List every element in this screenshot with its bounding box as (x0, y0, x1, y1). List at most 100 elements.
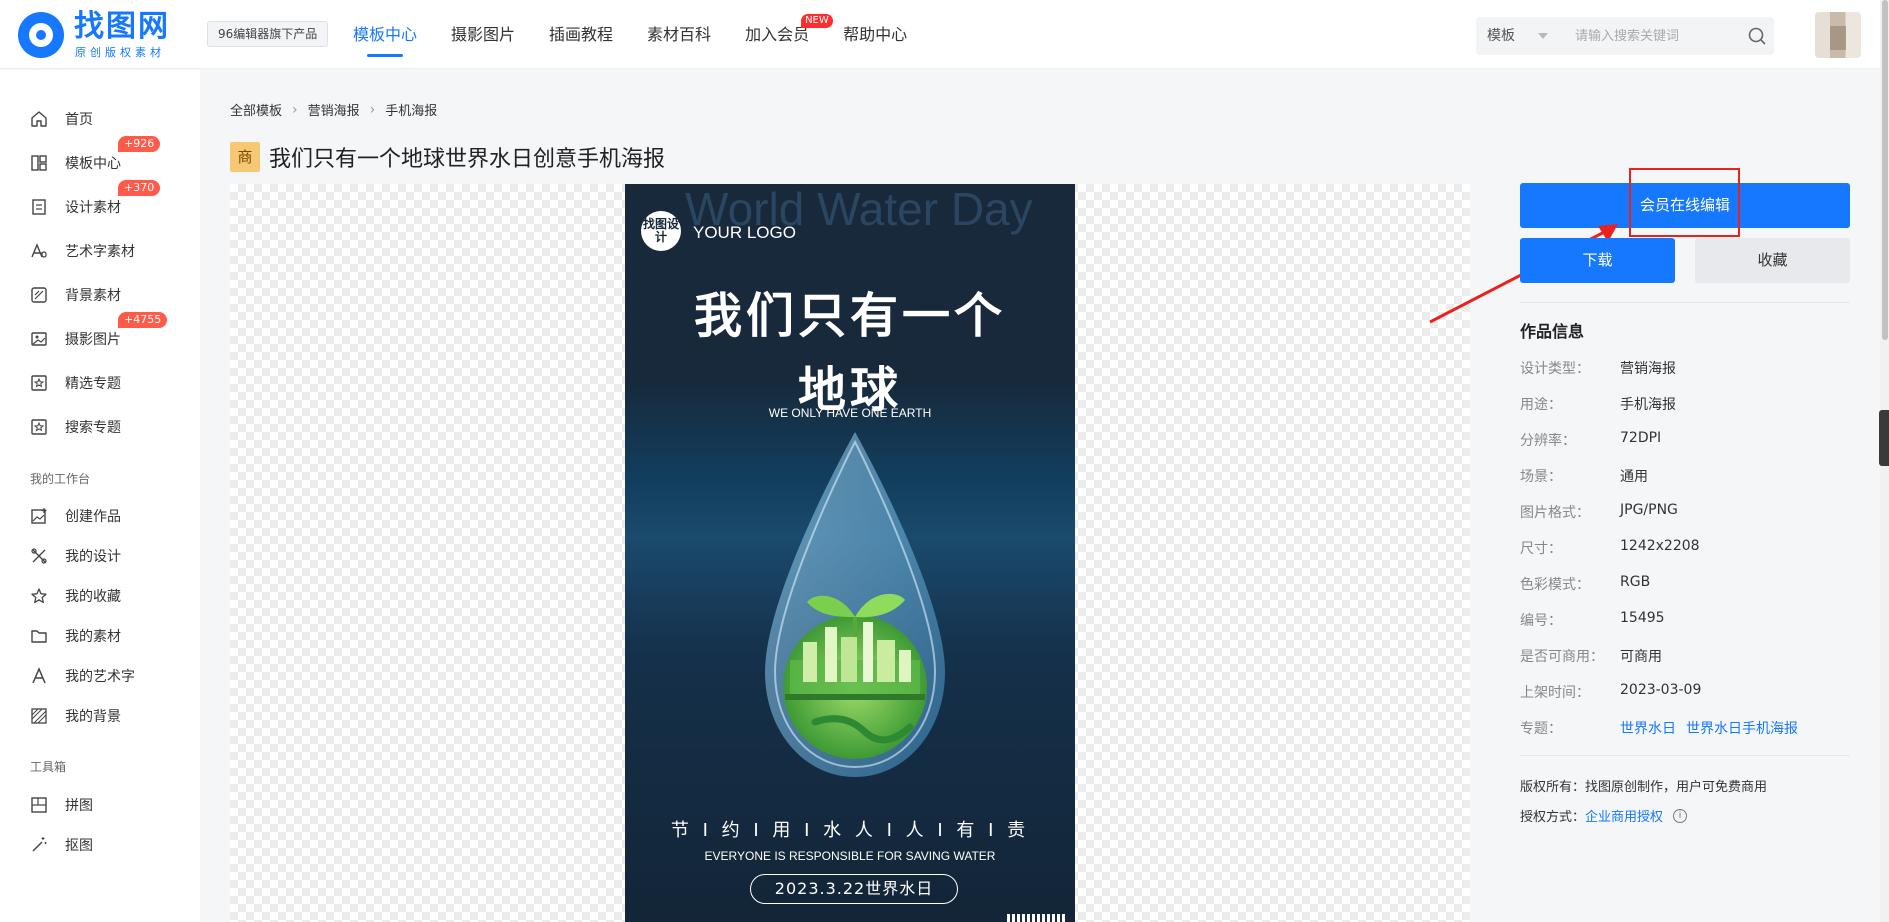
sidebar-item-my-art-text[interactable]: 我的艺术字 (30, 661, 135, 691)
sidebar-item-collage[interactable]: 拼图 (30, 790, 93, 820)
poster-date-pill: 2023.3.22世界水日 (750, 874, 958, 904)
commercial-tag: 商 (230, 142, 260, 172)
sidebar-item-home[interactable]: 首页 (30, 104, 93, 134)
sidebar-item-my-assets[interactable]: 我的素材 (30, 621, 121, 651)
sidebar-item-label: 我的设计 (65, 549, 121, 565)
info-label: 设计类型： (1520, 361, 1590, 377)
sidebar-item-label: 摄影图片 (65, 332, 121, 348)
search-type-select[interactable]: 模板 (1487, 17, 1515, 55)
collage-icon (31, 797, 47, 813)
nav-photos[interactable]: 摄影图片 (451, 0, 515, 69)
license-link[interactable]: 企业商用授权 (1585, 806, 1663, 825)
sidebar-item-photos[interactable]: 摄影图片 +4755 (30, 312, 168, 354)
sidebar-item-art-text[interactable]: 艺术字素材 (30, 236, 135, 266)
site-logo[interactable]: 找图网 原创版权素材 (18, 10, 178, 60)
chevron-down-icon[interactable] (1538, 33, 1548, 39)
sidebar-item-my-favorites[interactable]: 我的收藏 (30, 581, 121, 611)
nav-help[interactable]: 帮助中心 (843, 0, 907, 69)
download-button[interactable]: 下载 (1520, 238, 1675, 283)
sidebar-item-my-designs[interactable]: 我的设计 (30, 541, 121, 571)
sidebar-item-label: 首页 (65, 112, 93, 128)
divider (1520, 302, 1850, 303)
count-badge: +926 (118, 136, 161, 152)
sidebar-item-featured-topics[interactable]: 精选专题 (30, 368, 121, 398)
count-badge: +370 (118, 180, 161, 196)
sidebar-item-templates[interactable]: 模板中心 +926 (30, 136, 161, 178)
magic-wand-icon (32, 837, 47, 852)
side-widget-handle[interactable] (1879, 410, 1889, 466)
info-label: 图片格式： (1520, 505, 1590, 521)
sidebar-item-backgrounds[interactable]: 背景素材 (30, 280, 121, 310)
water-drop-earth-illustration (765, 432, 945, 777)
font-icon (31, 243, 47, 258)
poster-logo-text: YOUR LOGO (693, 223, 796, 242)
breadcrumb: 全部模板 › 营销海报 › 手机海报 (230, 100, 437, 120)
divider (1520, 755, 1850, 756)
topic-link-water-day-poster[interactable]: 世界水日手机海报 (1686, 721, 1798, 737)
info-value: 15495 (1620, 610, 1665, 626)
info-label: 上架时间： (1520, 685, 1590, 701)
poster-slogan: 节 I 约 I 用 I 水 人 I 人 I 有 I 责 (670, 820, 1030, 841)
logo-name: 找图网 (74, 9, 170, 44)
info-value: 72DPI (1620, 430, 1662, 446)
nav-membership[interactable]: 加入会员 NEW (745, 0, 833, 69)
sidebar-item-label: 精选专题 (65, 376, 121, 392)
poster-slogan-en: EVERYONE IS RESPONSIBLE FOR SAVING WATER (704, 849, 996, 863)
copyright-text: 版权所有：找图原创制作，用户可免费商用 (1520, 780, 1768, 795)
star-icon (31, 588, 47, 604)
search-bar: 模板 (1476, 17, 1774, 55)
info-label: 用途： (1520, 397, 1562, 413)
logo-mark-icon (18, 12, 64, 58)
top-header: 找图网 原创版权素材 96编辑器旗下产品 模板中心 摄影图片 插画教程 素材百科… (0, 0, 1889, 69)
sidebar-item-search-topics[interactable]: 搜索专题 (30, 412, 121, 442)
nav-illustration[interactable]: 插画教程 (549, 0, 613, 69)
info-value: 通用 (1620, 469, 1648, 485)
topic-link-world-water-day[interactable]: 世界水日 (1620, 721, 1676, 737)
chevron-right-icon: › (369, 101, 376, 118)
user-avatar[interactable] (1815, 12, 1861, 58)
info-icon[interactable]: i (1673, 808, 1688, 823)
poster-subtitle: WE ONLY HAVE ONE EARTH (768, 406, 932, 420)
top-nav: 模板中心 摄影图片 插画教程 素材百科 加入会员 NEW 帮助中心 (353, 0, 941, 69)
nav-label: 模板中心 (353, 25, 418, 44)
sidebar-item-label: 搜索专题 (65, 420, 121, 436)
product-badge[interactable]: 96编辑器旗下产品 (207, 21, 329, 47)
poster-headline-1: 我们只有一个 (693, 288, 1006, 344)
info-value: JPG/PNG (1620, 502, 1678, 518)
create-image-icon (31, 508, 47, 524)
star-box-icon (31, 419, 47, 435)
info-value: 世界水日 世界水日手机海报 (1620, 718, 1808, 738)
breadcrumb-all-templates[interactable]: 全部模板 (230, 100, 282, 119)
scrollbar-thumb[interactable] (1882, 0, 1888, 340)
info-value: 手机海报 (1620, 397, 1676, 413)
letter-a-icon (32, 667, 46, 684)
info-label: 是否可商用： (1520, 649, 1604, 665)
poster-image[interactable]: World Water Day 找图设计 YOUR LOGO 我们只有一个 地球… (625, 184, 1075, 922)
info-label: 色彩模式： (1520, 577, 1590, 593)
sidebar-item-design-assets[interactable]: 设计素材 +370 (30, 180, 161, 222)
nav-label: 帮助中心 (843, 25, 908, 44)
sidebar-item-label: 我的艺术字 (65, 669, 135, 685)
document-icon (32, 199, 46, 215)
sidebar-item-create-work[interactable]: 创建作品 (30, 501, 121, 531)
sidebar-item-label: 我的背景 (65, 709, 121, 725)
sidebar-item-label: 我的素材 (65, 629, 121, 645)
highlight-box (1629, 168, 1740, 237)
breadcrumb-mobile-posters[interactable]: 手机海报 (385, 100, 437, 119)
sidebar-item-label: 拼图 (65, 798, 93, 814)
sidebar-item-label: 模板中心 (65, 156, 121, 172)
design-tools-icon (31, 548, 47, 564)
nav-wiki[interactable]: 素材百科 (647, 0, 711, 69)
search-input[interactable] (1575, 21, 1735, 51)
info-label: 分辨率： (1520, 433, 1576, 449)
sidebar-item-my-backgrounds[interactable]: 我的背景 (30, 701, 121, 731)
info-value: 1242x2208 (1620, 538, 1700, 554)
background-icon (31, 287, 47, 303)
favorite-button[interactable]: 收藏 (1695, 238, 1850, 283)
search-icon[interactable] (1748, 27, 1766, 45)
sidebar-item-cutout[interactable]: 抠图 (30, 830, 93, 860)
nav-templates[interactable]: 模板中心 (353, 0, 417, 69)
breadcrumb-marketing-posters[interactable]: 营销海报 (308, 100, 360, 119)
sidebar: 首页 模板中心 +926 设计素材 +370 艺术字素材 背景素材 摄影图片 +… (0, 70, 200, 922)
title-row: 商 我们只有一个地球世界水日创意手机海报 (230, 142, 665, 172)
